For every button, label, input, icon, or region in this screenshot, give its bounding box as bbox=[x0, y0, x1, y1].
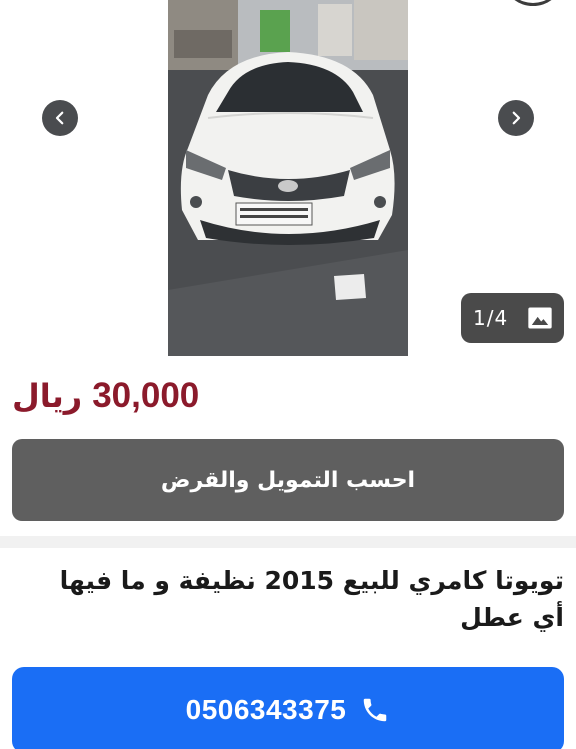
previous-image-button[interactable] bbox=[42, 100, 78, 136]
chevron-right-icon bbox=[512, 111, 521, 125]
calculate-finance-button[interactable]: احسب التمويل والقرض bbox=[12, 439, 564, 521]
section-divider bbox=[0, 536, 576, 548]
call-button[interactable]: 0506343375 bbox=[12, 667, 564, 749]
image-counter-badge[interactable]: 1/4 bbox=[461, 293, 564, 343]
phone-icon bbox=[364, 698, 387, 722]
top-action-button[interactable] bbox=[506, 0, 560, 6]
price: ريال 30,000 bbox=[12, 372, 199, 420]
image-counter: 1/4 bbox=[473, 306, 509, 330]
phone-number: 0506343375 bbox=[185, 694, 347, 725]
price-amount: 30,000 bbox=[92, 376, 200, 415]
finance-button-label: احسب التمويل والقرض bbox=[160, 467, 416, 493]
next-image-button[interactable] bbox=[498, 100, 534, 136]
price-currency: ريال bbox=[12, 377, 83, 415]
car-photo[interactable] bbox=[168, 0, 408, 356]
image-icon bbox=[528, 307, 552, 329]
chevron-left-icon bbox=[55, 111, 64, 125]
listing-title: تويوتا كامري للبيع 2015 نظيفة و ما فيها … bbox=[59, 566, 564, 632]
image-gallery: 1/4 bbox=[0, 0, 576, 356]
